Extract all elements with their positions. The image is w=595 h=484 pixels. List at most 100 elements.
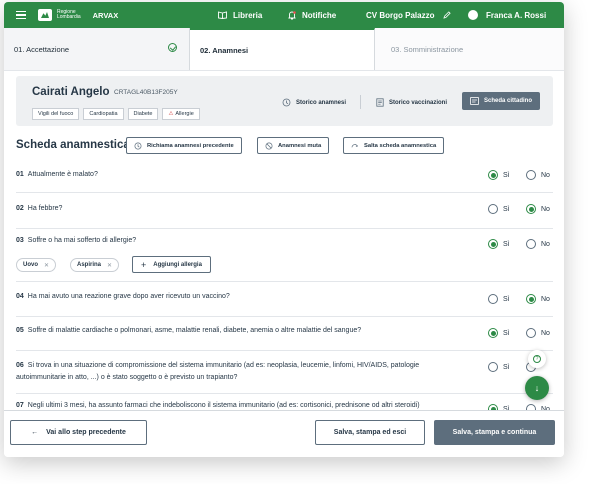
richiama-label: Richiama anamnesi precedente xyxy=(147,142,234,149)
radio-label: No xyxy=(541,329,550,337)
radio-label: Sì xyxy=(503,205,510,213)
close-icon[interactable]: ✕ xyxy=(44,262,49,269)
question-number: 02 xyxy=(16,205,24,212)
save-print-continue-label: Salva, stampa e continua xyxy=(452,429,537,436)
salta-label: Salta scheda anamnestica xyxy=(364,142,437,149)
close-icon[interactable]: ✕ xyxy=(107,262,112,269)
richiama-anamnesi-button[interactable]: Richiama anamnesi precedente xyxy=(126,137,242,154)
storico-vaccinazioni-label: Storico vaccinazioni xyxy=(389,99,448,106)
user-avatar-icon xyxy=(468,10,478,20)
previous-step-button[interactable]: ← Vai allo step precedente xyxy=(10,420,147,445)
allergy-label: Aspirina xyxy=(77,262,102,268)
radio-no[interactable]: No xyxy=(526,294,550,304)
radio-si[interactable]: Sì xyxy=(488,294,510,304)
section-title: Scheda anamnestica xyxy=(16,139,130,151)
help-button[interactable]: ? xyxy=(528,350,546,368)
add-allergy-button[interactable]: + Aggiungi allergia xyxy=(132,256,211,273)
question-text: 06 Si trova in una situazione di compromi… xyxy=(16,360,476,384)
cv-label: CV Borgo Palazzo xyxy=(366,10,435,20)
nav-notifiche-label: Notifiche xyxy=(302,10,337,20)
history-icon xyxy=(134,142,142,149)
app-name: ARVAX xyxy=(92,10,119,20)
tag-condition: Diabete xyxy=(127,108,159,120)
question-number: 01 xyxy=(16,171,24,178)
question-number: 06 xyxy=(16,362,24,369)
radio-si[interactable]: Sì xyxy=(488,362,510,372)
radio-empty-icon xyxy=(488,362,498,372)
radio-no[interactable]: No xyxy=(526,204,550,214)
nav-notifiche[interactable]: Notifiche xyxy=(288,11,336,20)
save-print-continue-button[interactable]: Salva, stampa e continua xyxy=(434,420,555,445)
region-logo: Regione Lombardia xyxy=(38,9,81,21)
radio-empty-icon xyxy=(488,294,498,304)
question-row: 03 Soffre o ha mai sofferto di allergie? … xyxy=(16,229,553,282)
step-anamnesi[interactable]: 02. Anamnesi xyxy=(190,28,375,70)
question-text: 07 Negli ultimi 3 mesi, ha assunto farmac… xyxy=(16,402,420,409)
scroll-down-button[interactable]: ↓ xyxy=(525,376,549,400)
document-icon xyxy=(376,98,384,107)
question-row: 02 Ha febbre? Sì No xyxy=(16,193,553,229)
id-card-icon xyxy=(470,97,479,105)
radio-no[interactable]: No xyxy=(526,170,550,180)
storico-anamnesi-link[interactable]: Storico anamnesi xyxy=(282,98,346,107)
save-print-exit-button[interactable]: Salva, stampa ed esci xyxy=(315,420,425,445)
question-label: Soffre o ha mai sofferto di allergie? xyxy=(27,237,137,244)
question-text: 04 Ha mai avuto una reazione grave dopo a… xyxy=(16,293,230,300)
radio-empty-icon xyxy=(488,204,498,214)
question-row: 01 Attualmente è malato? Sì No xyxy=(16,159,553,193)
step-accettazione[interactable]: 01. Accettazione xyxy=(4,28,190,70)
nav-cv-selector[interactable]: CV Borgo Palazzo xyxy=(366,11,457,20)
previous-step-label: Vai allo step precedente xyxy=(46,429,126,436)
scheda-cittadino-label: Scheda cittadino xyxy=(483,98,532,104)
save-print-exit-label: Salva, stampa ed esci xyxy=(333,429,407,436)
anamnesi-muta-button[interactable]: Anamnesi muta xyxy=(257,137,330,154)
storico-anamnesi-label: Storico anamnesi xyxy=(296,99,347,106)
radio-empty-icon xyxy=(526,170,536,180)
patient-fiscal-code: CRTAGL40B13F205Y xyxy=(114,89,178,96)
bell-icon xyxy=(288,10,296,19)
plus-icon: + xyxy=(141,259,147,270)
salta-scheda-button[interactable]: Salta scheda anamnestica xyxy=(343,137,445,154)
question-text: 03 Soffre o ha mai sofferto di allergie? xyxy=(16,237,136,244)
radio-si[interactable]: Sì xyxy=(488,170,510,180)
radio-empty-icon xyxy=(526,328,536,338)
radio-si[interactable]: Sì xyxy=(488,204,510,214)
question-label: Ha febbre? xyxy=(27,205,63,212)
storico-vaccinazioni-link[interactable]: Storico vaccinazioni xyxy=(376,98,447,107)
radio-no[interactable]: No xyxy=(526,328,550,338)
question-row: 05 Soffre di malattie cardiache o polmona… xyxy=(16,317,553,351)
top-bar: Regione Lombardia ARVAX Libreria Notific… xyxy=(4,2,564,28)
radio-selected-icon xyxy=(488,328,498,338)
check-circle-icon xyxy=(168,43,177,52)
hamburger-menu-icon[interactable] xyxy=(16,11,26,19)
nav-libreria[interactable]: Libreria xyxy=(218,11,262,20)
allergy-label: Uovo xyxy=(23,262,38,268)
scheda-cittadino-button[interactable]: Scheda cittadino xyxy=(462,92,540,110)
footer-bar: ← Vai allo step precedente Salva, stampa … xyxy=(4,410,564,457)
pencil-icon[interactable] xyxy=(443,11,452,19)
question-text: 05 Soffre di malattie cardiache o polmona… xyxy=(16,327,361,334)
lombardia-logo-icon xyxy=(38,9,52,21)
skip-icon xyxy=(351,143,358,147)
step-somministrazione[interactable]: 03. Somministrazione xyxy=(375,28,564,70)
radio-no[interactable]: No xyxy=(526,239,550,249)
patient-card: Cairati Angelo CRTAGL40B13F205Y Vigili d… xyxy=(16,76,553,126)
user-menu[interactable]: Franca A. Rossi xyxy=(468,10,546,20)
radio-label: No xyxy=(541,205,550,213)
question-row: 07 Negli ultimi 3 mesi, ha assunto farmac… xyxy=(16,394,553,410)
radio-label: No xyxy=(541,295,550,303)
step-label: 01. Accettazione xyxy=(14,44,70,54)
question-label: Ha mai avuto una reazione grave dopo ave… xyxy=(27,293,230,300)
radio-si[interactable]: Sì xyxy=(488,239,510,249)
radio-label: No xyxy=(541,240,550,248)
allergy-chip: Uovo ✕ xyxy=(16,258,57,272)
question-number: 03 xyxy=(16,237,24,244)
step-label: 02. Anamnesi xyxy=(200,45,249,55)
radio-selected-icon xyxy=(526,294,536,304)
question-row: 04 Ha mai avuto una reazione grave dopo a… xyxy=(16,282,553,317)
radio-selected-icon xyxy=(488,170,498,180)
tag-condition: Cardiopatia xyxy=(83,108,124,120)
radio-si[interactable]: Sì xyxy=(488,328,510,338)
question-text: 02 Ha febbre? xyxy=(16,205,62,212)
radio-label: Sì xyxy=(503,295,510,303)
